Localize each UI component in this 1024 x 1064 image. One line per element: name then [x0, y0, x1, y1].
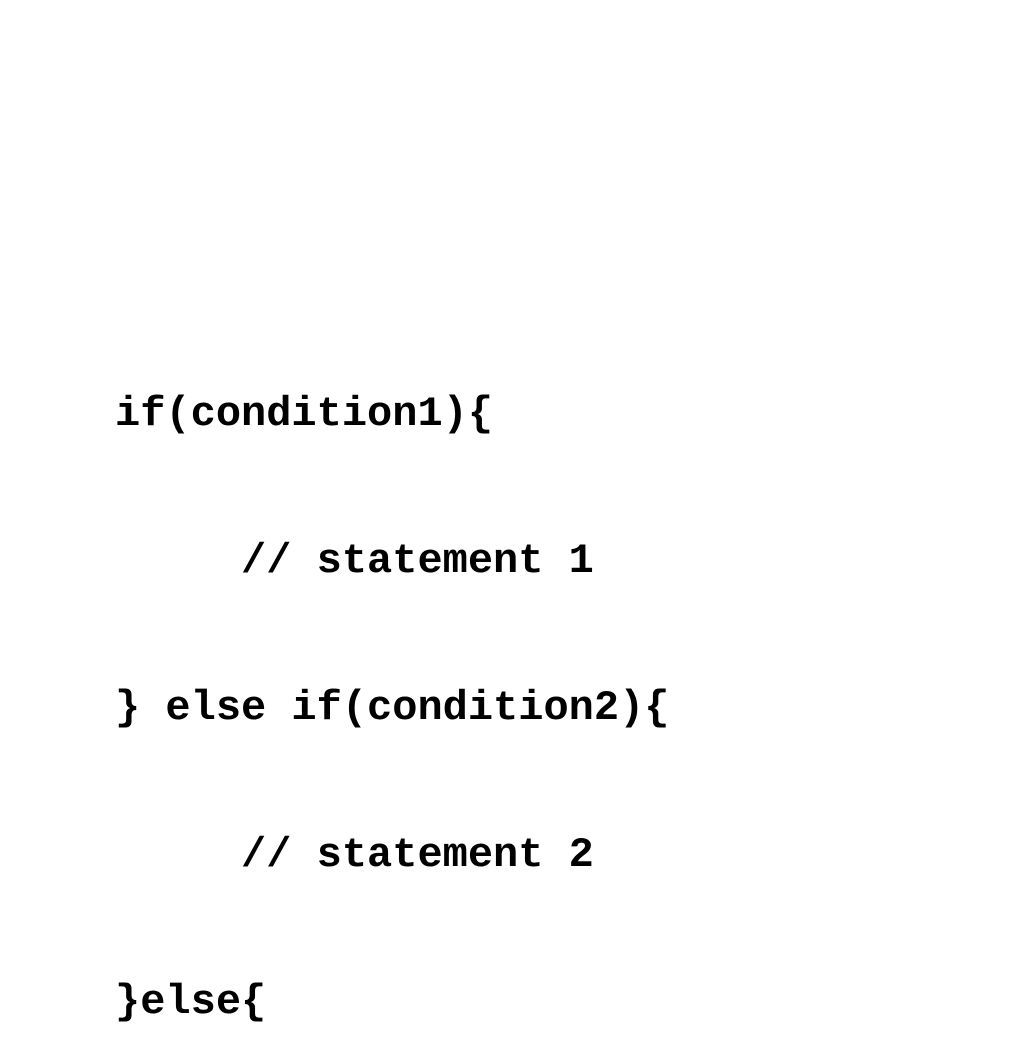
code-line: }else{: [115, 966, 1024, 1040]
code-line: } else if(condition2){: [115, 672, 1024, 746]
code-line: if(condition1){: [115, 378, 1024, 452]
code-block: if(condition1){ // statement 1 } else if…: [115, 304, 1024, 1064]
code-line: // statement 1: [115, 525, 1024, 599]
code-line: // statement 2: [115, 819, 1024, 893]
